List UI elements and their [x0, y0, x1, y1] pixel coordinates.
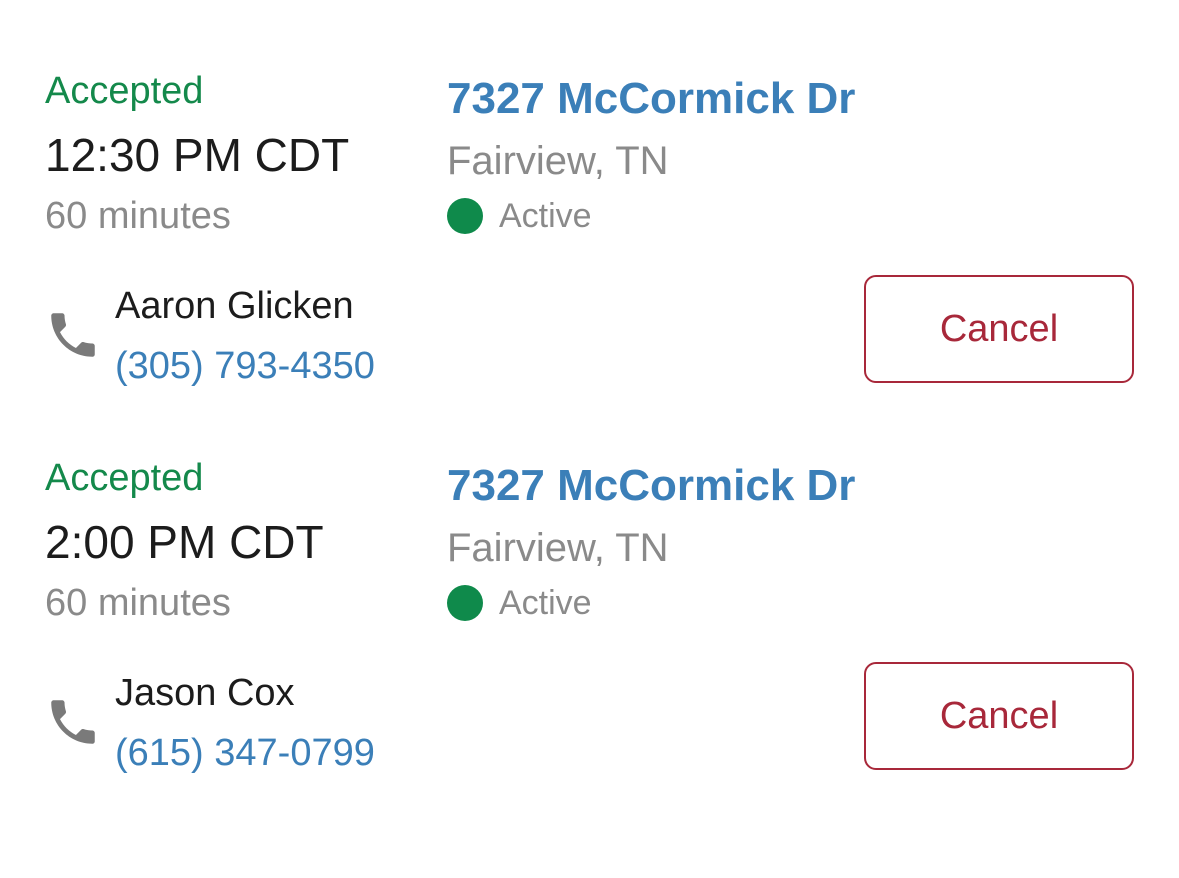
property-status: Active — [447, 196, 592, 236]
appointment-duration: 60 minutes — [45, 195, 231, 237]
appointment-status: Accepted — [45, 457, 204, 499]
property-city: Fairview, TN — [447, 526, 669, 570]
contact-phone-link[interactable]: (305) 793-4350 — [115, 344, 375, 388]
appointment-card: Accepted 2:00 PM CDT 60 minutes 7327 McC… — [0, 457, 1179, 837]
property-address-link[interactable]: 7327 McCormick Dr — [447, 74, 855, 124]
cancel-button[interactable]: Cancel — [864, 275, 1134, 383]
property-city: Fairview, TN — [447, 139, 669, 183]
property-status-label: Active — [499, 197, 592, 235]
appointment-time: 2:00 PM CDT — [45, 516, 324, 568]
phone-icon[interactable] — [44, 693, 102, 751]
appointment-status: Accepted — [45, 70, 204, 112]
property-status: Active — [447, 583, 592, 623]
property-address-link[interactable]: 7327 McCormick Dr — [447, 461, 855, 511]
cancel-button[interactable]: Cancel — [864, 662, 1134, 770]
active-status-dot-icon — [447, 198, 483, 234]
appointment-card: Accepted 12:30 PM CDT 60 minutes 7327 Mc… — [0, 70, 1179, 450]
appointment-duration: 60 minutes — [45, 582, 231, 624]
property-status-label: Active — [499, 584, 592, 622]
appointment-time: 12:30 PM CDT — [45, 129, 350, 181]
contact-name: Jason Cox — [115, 672, 295, 714]
phone-icon[interactable] — [44, 306, 102, 364]
active-status-dot-icon — [447, 585, 483, 621]
contact-phone-link[interactable]: (615) 347-0799 — [115, 731, 375, 775]
contact-name: Aaron Glicken — [115, 285, 354, 327]
